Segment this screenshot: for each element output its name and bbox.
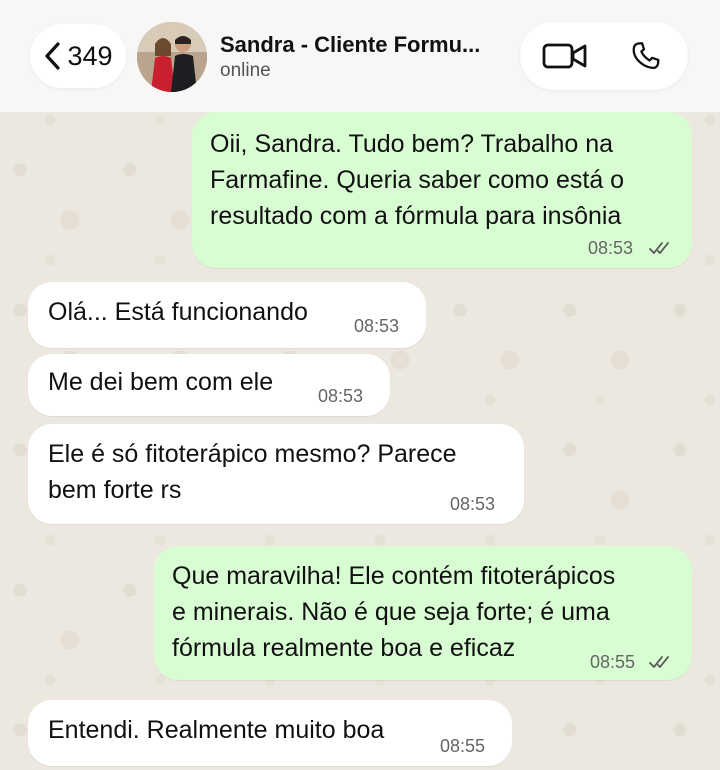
back-button[interactable]: 349: [30, 24, 126, 88]
message-time: 08:53: [318, 386, 364, 406]
voice-call-button[interactable]: [624, 36, 668, 76]
message-time: 08:53: [354, 316, 400, 336]
read-ticks-icon: [649, 656, 669, 668]
message-time: 08:55: [440, 736, 486, 756]
message-bubble-outgoing[interactable]: Que maravilha! Ele contém fitoterápicos …: [154, 546, 692, 680]
chevron-left-icon: [45, 42, 61, 70]
message-text: Que maravilha! Ele contém fitoterápicos …: [172, 562, 616, 662]
message-text: Entendi. Realmente muito boa: [48, 716, 385, 744]
message-time: 08:53: [450, 494, 496, 514]
message-bubble-incoming[interactable]: Entendi. Realmente muito boa 08:55: [28, 700, 512, 766]
contact-avatar[interactable]: [137, 22, 207, 92]
video-call-button[interactable]: [540, 36, 590, 76]
message-text: Oii, Sandra. Tudo bem? Trabalho na Farma…: [210, 130, 625, 230]
unread-count: 349: [67, 40, 113, 71]
avatar-photo: [137, 22, 207, 92]
message-time: 08:53: [588, 238, 634, 258]
call-actions: [520, 22, 688, 90]
message-bubble-outgoing[interactable]: Oii, Sandra. Tudo bem? Trabalho na Farma…: [192, 112, 692, 268]
contact-name[interactable]: Sandra - Cliente Formu...: [220, 32, 480, 58]
message-bubble-incoming[interactable]: Me dei bem com ele 08:53: [28, 354, 390, 416]
message-bubble-incoming[interactable]: Ele é só fitoterápico mesmo? Parece bem …: [28, 424, 524, 524]
message-text: Me dei bem com ele: [48, 368, 274, 396]
message-text: Ele é só fitoterápico mesmo? Parece bem …: [48, 440, 457, 504]
read-ticks-icon: [649, 242, 669, 254]
chat-header: 349 Sandra - Cliente Formu... online: [0, 0, 720, 112]
video-camera-icon: [542, 43, 587, 69]
message-bubble-incoming[interactable]: Olá... Está funcionando 08:53: [28, 282, 426, 348]
message-time: 08:55: [590, 652, 636, 672]
message-text: Olá... Está funcionando: [48, 298, 308, 326]
phone-icon: [632, 42, 660, 70]
contact-status: online: [220, 60, 271, 81]
